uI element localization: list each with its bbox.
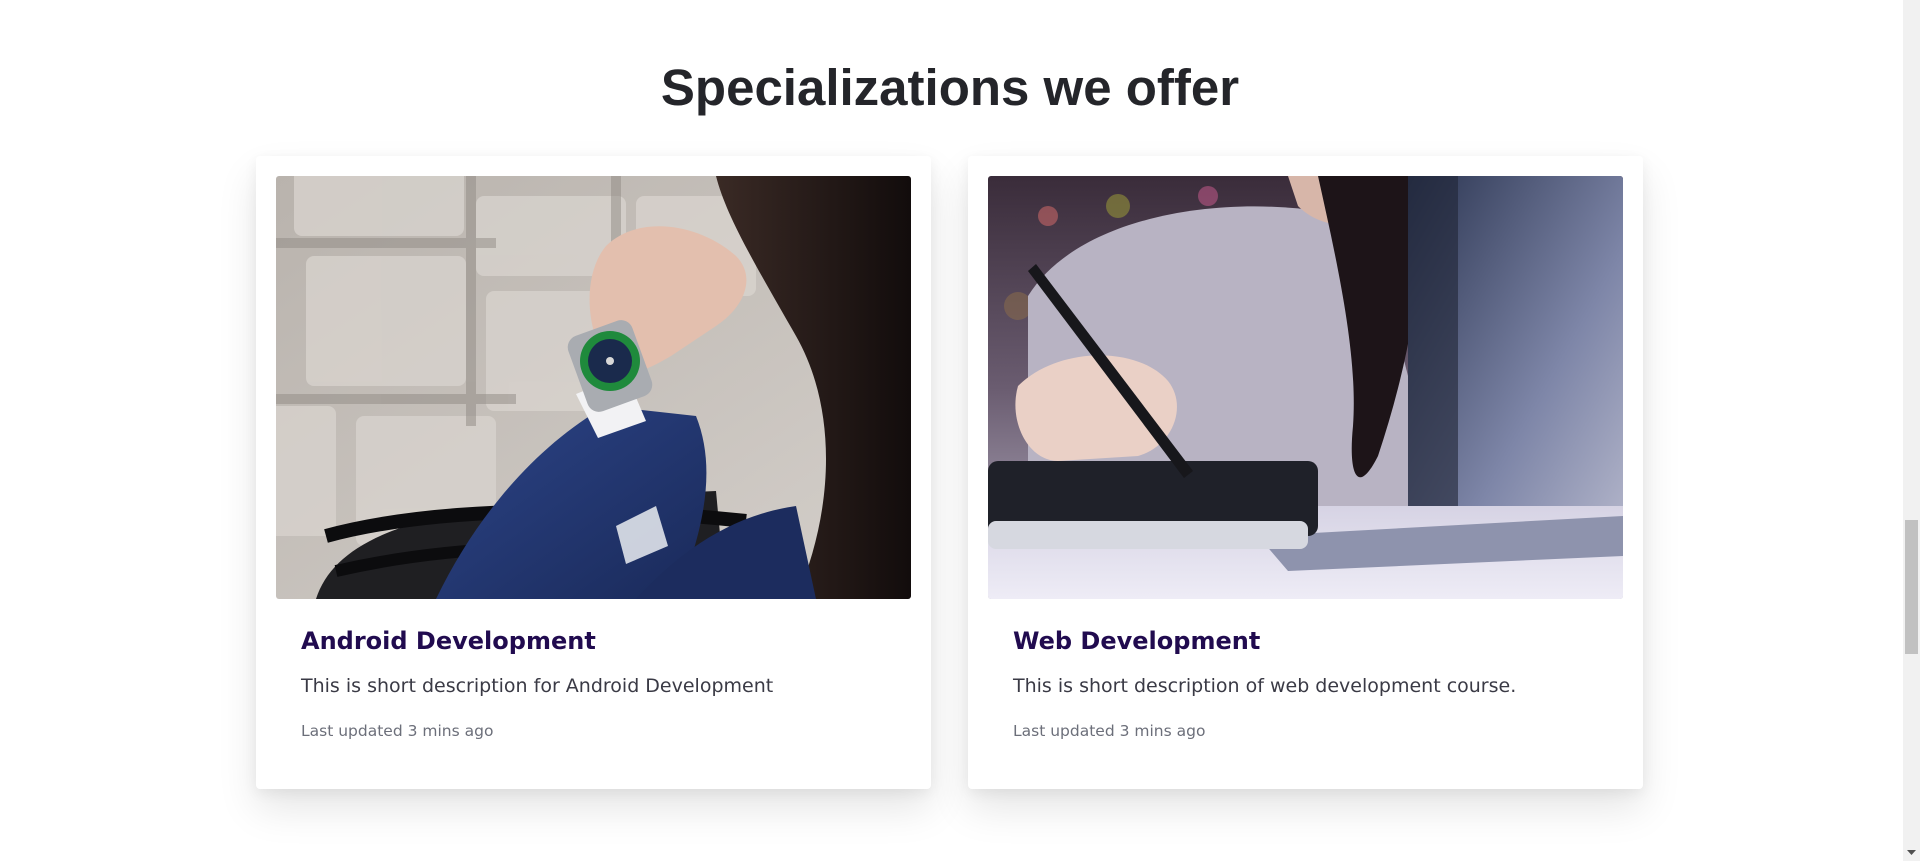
card-description: This is short description of web develop… <box>1013 675 1517 697</box>
course-card-android[interactable]: Android Development This is short descri… <box>256 156 931 789</box>
section-title: Specializations we offer <box>660 59 1240 116</box>
page-scrollbar[interactable] <box>1903 0 1920 861</box>
card-title[interactable]: Web Development <box>1013 624 1260 658</box>
card-image-watch <box>276 176 911 599</box>
card-title[interactable]: Android Development <box>301 624 596 658</box>
card-updated-time: Last updated 3 mins ago <box>1013 722 1206 740</box>
card-description: This is short description for Android De… <box>301 675 774 697</box>
card-image-laptop <box>988 176 1623 599</box>
page: Specializations we offer Android Develop… <box>0 0 1903 861</box>
course-card-web[interactable]: Web Development This is short descriptio… <box>968 156 1643 789</box>
card-updated-time: Last updated 3 mins ago <box>301 722 494 740</box>
scroll-down-arrow-icon[interactable] <box>1903 844 1920 861</box>
scrollbar-thumb[interactable] <box>1905 520 1918 654</box>
